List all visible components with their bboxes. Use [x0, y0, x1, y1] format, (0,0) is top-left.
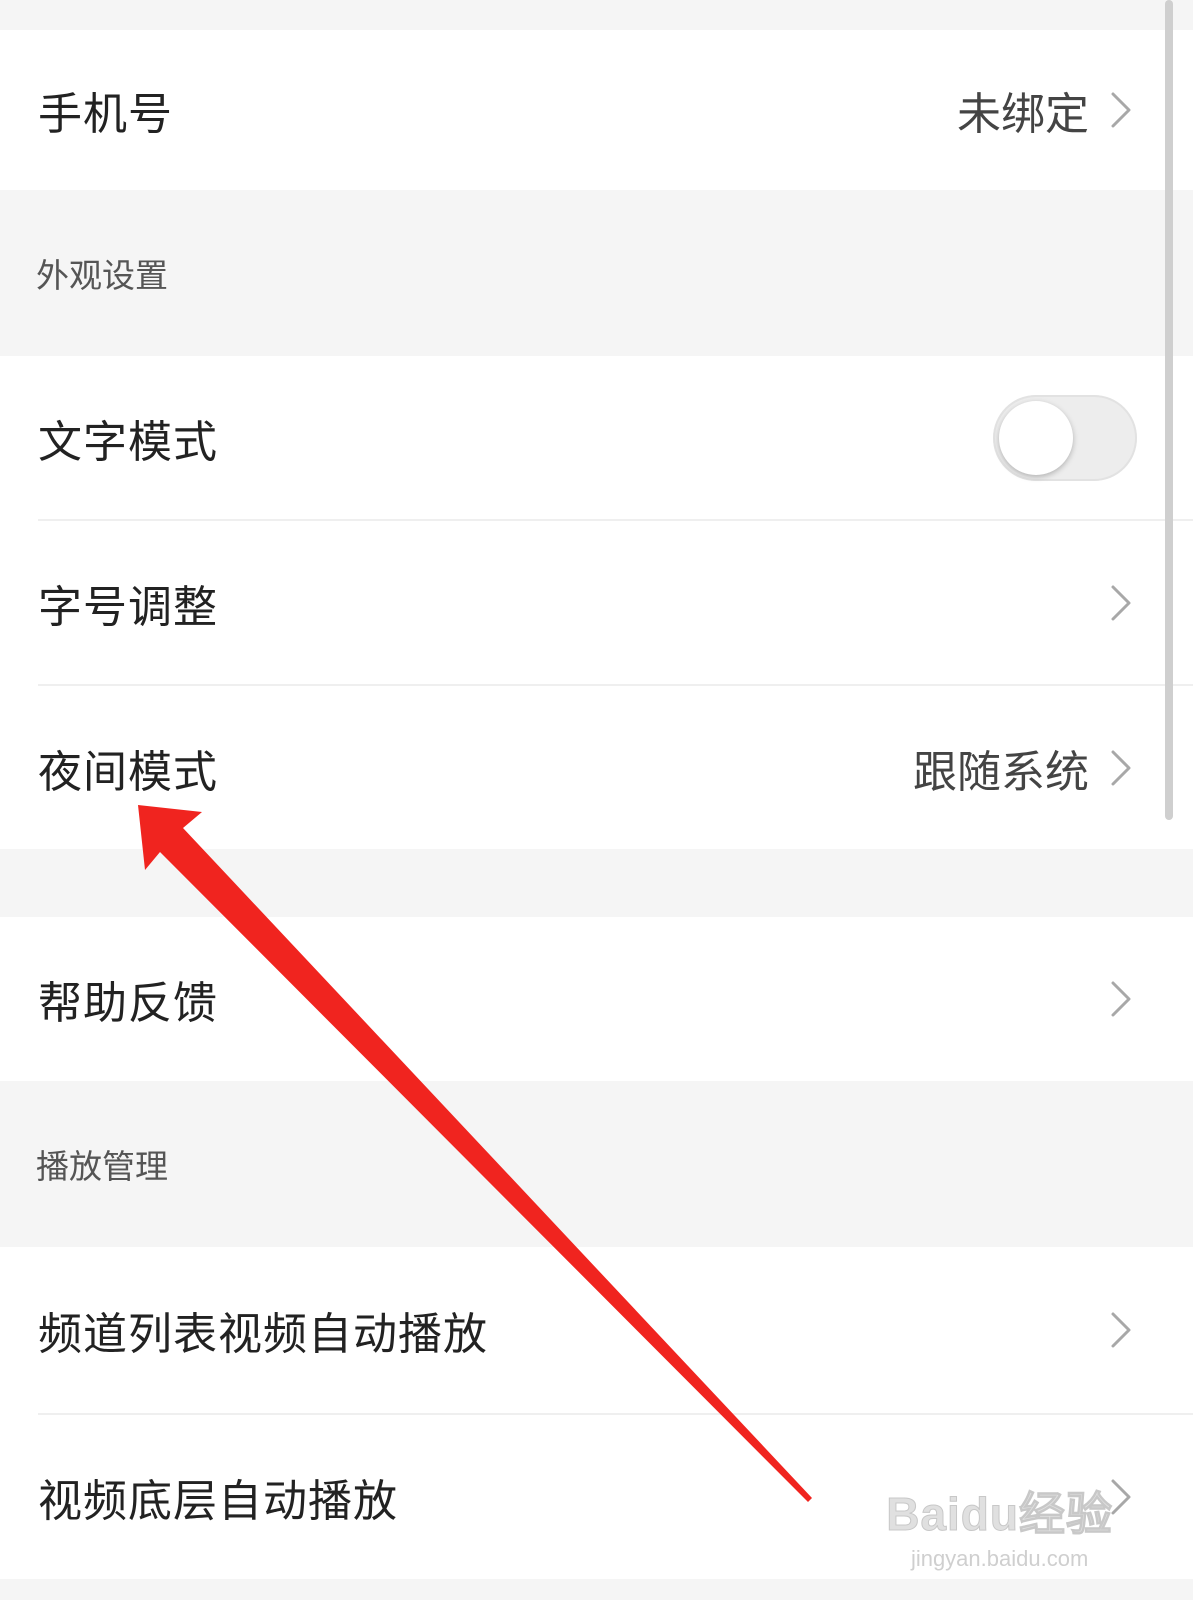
night-mode-label: 夜间模式 — [38, 746, 218, 798]
help-feedback-row[interactable]: 帮助反馈 — [0, 917, 1193, 1081]
phone-value: 未绑定 — [957, 89, 1089, 140]
watermark-main: Baidu经验 — [886, 1488, 1113, 1541]
help-group: 帮助反馈 — [0, 917, 1193, 1081]
settings-page: 手机号 未绑定 外观设置 文字模式 字号调整 夜间模式 跟随系统 帮助反馈 播放… — [0, 0, 1193, 1600]
watermark-sub: jingyan.baidu.com — [910, 1546, 1089, 1571]
chevron-right-icon — [1111, 750, 1131, 785]
chevron-right-icon — [1111, 585, 1131, 620]
scrollbar[interactable] — [1165, 0, 1173, 820]
text-mode-row[interactable]: 文字模式 — [0, 356, 1193, 519]
night-mode-row[interactable]: 夜间模式 跟随系统 — [0, 686, 1193, 849]
playback-section-title: 播放管理 — [36, 1147, 168, 1186]
chevron-right-icon — [1111, 1312, 1131, 1348]
text-mode-toggle[interactable] — [993, 394, 1137, 481]
channel-autoplay-label: 频道列表视频自动播放 — [38, 1309, 488, 1360]
night-mode-value: 跟随系统 — [913, 746, 1089, 798]
watermark: Baidu经验 jingyan.baidu.com — [886, 1478, 1113, 1572]
font-size-label: 字号调整 — [38, 581, 218, 633]
font-size-row[interactable]: 字号调整 — [0, 521, 1193, 684]
text-mode-label: 文字模式 — [38, 416, 218, 468]
top-gap — [0, 0, 1193, 30]
phone-row[interactable]: 手机号 未绑定 — [0, 30, 1193, 190]
appearance-group: 文字模式 字号调整 夜间模式 跟随系统 — [0, 356, 1193, 849]
appearance-section-title: 外观设置 — [36, 256, 168, 295]
toggle-knob — [999, 400, 1073, 475]
account-group: 手机号 未绑定 — [0, 30, 1193, 190]
phone-label: 手机号 — [38, 89, 173, 140]
help-feedback-label: 帮助反馈 — [38, 978, 218, 1029]
chevron-right-icon — [1111, 981, 1131, 1017]
chevron-right-icon — [1111, 92, 1131, 128]
channel-autoplay-row[interactable]: 频道列表视频自动播放 — [0, 1247, 1193, 1413]
